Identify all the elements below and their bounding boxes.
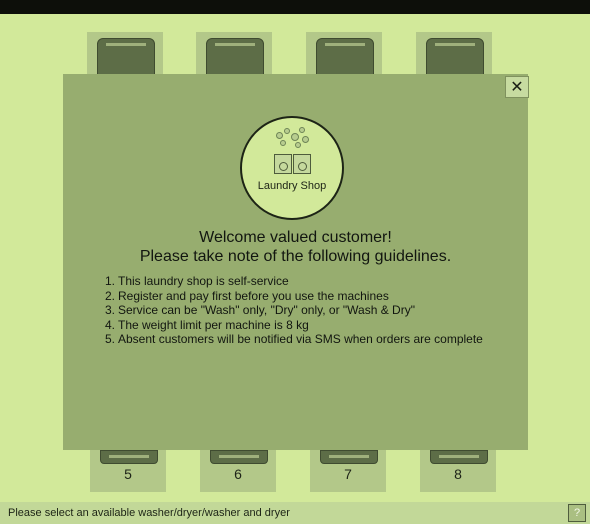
list-item: 2. Register and pay first before you use …: [105, 289, 505, 304]
washer-drum-icon: [316, 38, 374, 78]
rule-number: 2.: [105, 288, 116, 303]
rule-text: Absent customers will be notified via SM…: [118, 332, 483, 346]
rule-number: 3.: [105, 303, 116, 317]
rule-number: 5.: [105, 332, 116, 346]
washing-machine-icon: [274, 154, 292, 174]
welcome-heading: Welcome valued customer! Please take not…: [63, 228, 528, 266]
rule-text: Service can be "Wash" only, "Dry" only, …: [118, 303, 415, 317]
heading-line-2: Please take note of the following guidel…: [139, 248, 452, 265]
status-message: Please select an available washer/dryer/…: [8, 507, 290, 519]
status-bar: Please select an available washer/dryer/…: [0, 502, 590, 524]
washing-machine-icon: [293, 154, 311, 174]
machine-4[interactable]: [416, 32, 492, 78]
logo-text: Laundry Shop: [257, 180, 327, 192]
rule-text: The weight limit per machine is 8 kg: [118, 317, 309, 332]
machine-number: 7: [344, 466, 352, 482]
list-item: 4. The weight limit per machine is 8 kg: [105, 318, 505, 333]
machine-2[interactable]: [196, 32, 272, 78]
rule-text: Register and pay first before you use th…: [118, 288, 389, 303]
rule-number: 4.: [105, 317, 116, 332]
washer-drum-icon: [430, 450, 488, 464]
machine-7[interactable]: 7: [310, 450, 386, 492]
help-button[interactable]: ?: [568, 504, 586, 522]
machine-5[interactable]: 5: [90, 450, 166, 492]
washer-drum-icon: [320, 450, 378, 464]
washer-drum-icon: [210, 450, 268, 464]
laundry-shop-logo: Laundry Shop: [240, 116, 344, 220]
washer-drum-icon: [97, 38, 155, 78]
machine-3[interactable]: [306, 32, 382, 78]
rule-number: 1.: [105, 274, 116, 288]
list-item: 3. Service can be "Wash" only, "Dry" only…: [105, 303, 505, 318]
washer-drum-icon: [426, 38, 484, 78]
machine-number: 5: [124, 466, 132, 482]
machine-8[interactable]: 8: [420, 450, 496, 492]
washer-drum-icon: [206, 38, 264, 78]
list-item: 1. This laundry shop is self-service: [105, 274, 505, 289]
machine-1[interactable]: [87, 32, 163, 78]
machine-6[interactable]: 6: [200, 450, 276, 492]
guidelines-list: 1. This laundry shop is self-service 2. Re…: [105, 274, 505, 347]
machine-number: 8: [454, 466, 462, 482]
list-item: 5. Absent customers will be notified via …: [105, 332, 505, 347]
machine-number: 6: [234, 466, 242, 482]
heading-line-1: Welcome valued customer!: [199, 229, 392, 246]
guidelines-modal: ✕ Laundry Shop Welcome valued customer! …: [63, 74, 529, 450]
close-button[interactable]: ✕: [505, 76, 529, 98]
rule-text: This laundry shop is self-service: [118, 274, 289, 288]
window-top-bar: [0, 0, 590, 14]
washer-drum-icon: [100, 450, 158, 464]
